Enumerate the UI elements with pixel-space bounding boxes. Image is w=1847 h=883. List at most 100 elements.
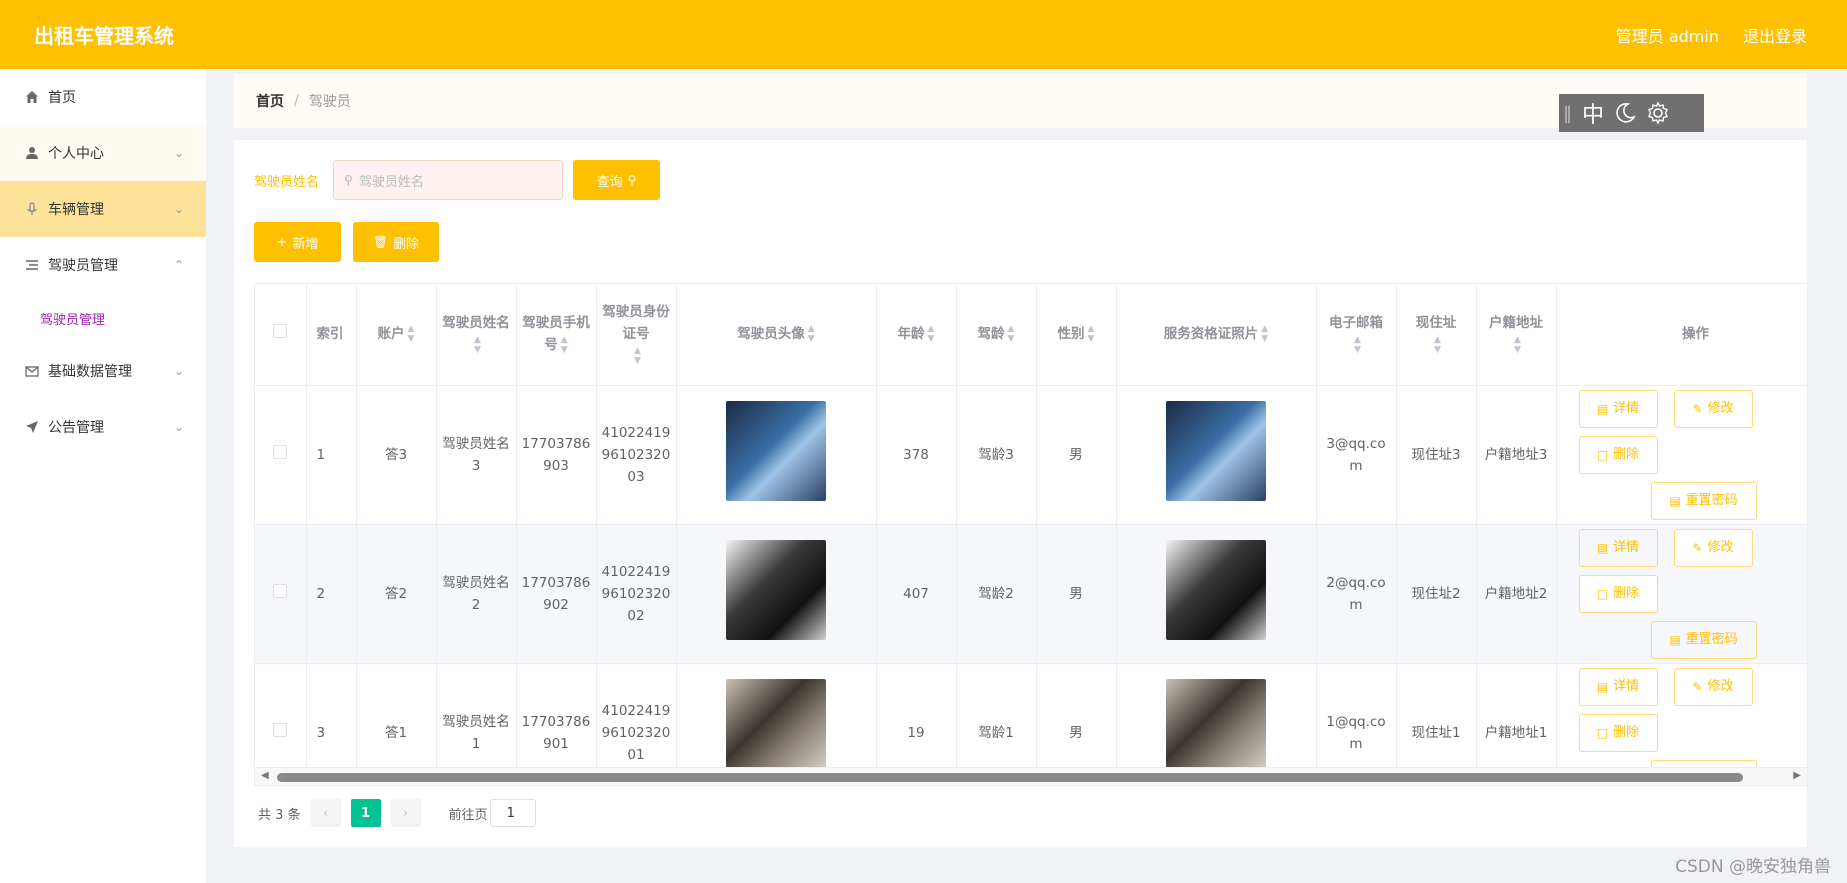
- page-number-current[interactable]: 1: [350, 799, 381, 827]
- sort-icon[interactable]: ▲ ▼: [1434, 335, 1441, 355]
- cell-idcard: 410224199610232002: [596, 524, 677, 664]
- edit-button[interactable]: ✎ 修改: [1673, 389, 1753, 428]
- header-actions: 管理员 admin 退出登录: [1616, 23, 1807, 47]
- row-checkbox[interactable]: [273, 444, 288, 459]
- current-user[interactable]: 管理员 admin: [1616, 23, 1719, 47]
- sidebar-item-drivers[interactable]: 驾驶员管理 ⌃: [0, 237, 206, 293]
- breadcrumb-current: 驾驶员: [308, 94, 351, 110]
- gear-icon[interactable]: [1646, 101, 1670, 125]
- next-page-button[interactable]: ›: [390, 799, 421, 827]
- col-address[interactable]: 现住址 ▲ ▼: [1396, 284, 1477, 386]
- row-checkbox[interactable]: [273, 583, 288, 598]
- breadcrumb-home[interactable]: 首页: [256, 91, 284, 111]
- sort-icon[interactable]: ▲ ▼: [474, 335, 481, 355]
- sidebar-item-vehicles[interactable]: 车辆管理 ⌄: [0, 181, 206, 237]
- language-toggle[interactable]: 中: [1582, 97, 1604, 129]
- sidebar-item-label: 公告管理: [48, 420, 104, 436]
- detail-button-label: 详情: [1613, 539, 1640, 555]
- cell-idcard: 410224199610232003: [596, 385, 677, 525]
- col-idcard[interactable]: 驾驶员身份证号 ▲ ▼: [596, 284, 677, 386]
- select-all-checkbox[interactable]: [273, 324, 288, 339]
- user-icon: [24, 145, 40, 161]
- reset-password-button[interactable]: ▤ 重置密码: [1650, 481, 1757, 520]
- logout-link[interactable]: 退出登录: [1743, 23, 1807, 47]
- driver-avatar-image[interactable]: [726, 540, 826, 640]
- cell-gender: 男: [1036, 385, 1117, 525]
- prev-page-button[interactable]: ‹: [310, 799, 341, 827]
- sort-icon[interactable]: ▲ ▼: [1261, 324, 1268, 344]
- detail-button[interactable]: ▤ 详情: [1578, 389, 1658, 428]
- col-hukou[interactable]: 户籍地址 ▲ ▼: [1476, 284, 1557, 386]
- cell-driving-age: 驾龄3: [956, 385, 1037, 525]
- driver-avatar-image[interactable]: [726, 679, 826, 779]
- scrollbar-thumb[interactable]: [277, 773, 1743, 782]
- edit-button[interactable]: ✎ 修改: [1673, 528, 1753, 567]
- submenu-item-driver-management[interactable]: 驾驶员管理: [0, 293, 206, 343]
- sidebar-item-announcements[interactable]: 公告管理 ⌄: [0, 399, 206, 455]
- trash-icon: □: [1596, 586, 1609, 601]
- col-label: 驾驶员手机号: [522, 315, 590, 354]
- sort-icon[interactable]: ▲ ▼: [561, 335, 568, 355]
- sort-icon[interactable]: ▲ ▼: [1008, 324, 1015, 344]
- sort-icon[interactable]: ▲ ▼: [408, 324, 415, 344]
- top-header: 出租车管理系统 管理员 admin 退出登录: [0, 0, 1847, 69]
- sort-icon[interactable]: ▲ ▼: [1354, 335, 1361, 355]
- sort-icon[interactable]: ▲ ▼: [634, 346, 641, 366]
- horizontal-scrollbar[interactable]: ◀ ▶: [255, 767, 1807, 785]
- col-gender[interactable]: 性别 ▲ ▼: [1036, 284, 1117, 386]
- sidebar-item-home[interactable]: 首页: [0, 69, 206, 125]
- query-button[interactable]: 查询 ⚲: [573, 160, 661, 200]
- goto-page-input[interactable]: 1: [489, 799, 536, 827]
- cert-photo-image[interactable]: [1166, 540, 1266, 640]
- detail-button[interactable]: ▤ 详情: [1578, 667, 1658, 706]
- col-age[interactable]: 年龄 ▲ ▼: [876, 284, 957, 386]
- detail-button[interactable]: ▤ 详情: [1578, 528, 1658, 567]
- col-account[interactable]: 账户 ▲ ▼: [356, 284, 437, 386]
- search-icon: ⚲: [344, 173, 353, 187]
- document-icon: ▤: [1596, 679, 1609, 694]
- search-label: 驾驶员姓名: [254, 174, 320, 190]
- sort-icon[interactable]: ▲ ▼: [1514, 335, 1521, 355]
- sidebar-item-label: 驾驶员管理: [48, 258, 118, 274]
- table-row: 2 答2 驾驶员姓名2 17703786902 4102241996102320…: [255, 524, 1807, 664]
- scroll-right-icon[interactable]: ▶: [1793, 770, 1801, 781]
- row-delete-button[interactable]: □ 删除: [1578, 713, 1658, 752]
- col-label: 年龄: [897, 326, 925, 343]
- col-cert-photo[interactable]: 服务资格证照片 ▲ ▼: [1116, 284, 1317, 386]
- cert-photo-image[interactable]: [1166, 401, 1266, 501]
- sidebar-item-profile[interactable]: 个人中心 ⌄: [0, 125, 206, 181]
- add-button-label: 新增: [292, 236, 319, 252]
- table-row: 1 答3 驾驶员姓名3 17703786903 4102241996102320…: [255, 385, 1807, 525]
- cell-name: 驾驶员姓名3: [436, 385, 517, 525]
- row-delete-button[interactable]: □ 删除: [1578, 574, 1658, 613]
- app-title: 出租车管理系统: [34, 24, 174, 48]
- col-avatar[interactable]: 驾驶员头像 ▲ ▼: [676, 284, 877, 386]
- sort-icon[interactable]: ▲ ▼: [1088, 324, 1095, 344]
- col-email[interactable]: 电子邮箱 ▲ ▼: [1316, 284, 1397, 386]
- scroll-left-icon[interactable]: ◀: [261, 770, 269, 781]
- sidebar: 首页 个人中心 ⌄ 车辆管理 ⌄ 驾驶员管理 ⌃ 驾驶员管理 基础数据管理 ⌄ …: [0, 69, 206, 883]
- row-delete-button-label: 删除: [1613, 585, 1640, 601]
- sort-icon[interactable]: ▲ ▼: [808, 324, 815, 344]
- delete-button[interactable]: 🗑 删除: [353, 222, 439, 262]
- cell-phone: 17703786903: [516, 385, 597, 525]
- col-name[interactable]: 驾驶员姓名 ▲ ▼: [436, 284, 517, 386]
- document-icon: ▤: [1596, 401, 1609, 416]
- cell-hukou: 户籍地址2: [1476, 524, 1557, 664]
- search-input[interactable]: ⚲ 驾驶员姓名: [333, 160, 564, 200]
- cert-photo-image[interactable]: [1166, 679, 1266, 779]
- edit-button[interactable]: ✎ 修改: [1673, 667, 1753, 706]
- sidebar-item-basic-data[interactable]: 基础数据管理 ⌄: [0, 343, 206, 399]
- moon-icon[interactable]: [1614, 102, 1636, 124]
- search-icon: ⚲: [627, 173, 637, 187]
- col-phone[interactable]: 驾驶员手机号 ▲ ▼: [516, 284, 597, 386]
- col-driving-age[interactable]: 驾龄 ▲ ▼: [956, 284, 1037, 386]
- sort-icon[interactable]: ▲ ▼: [928, 324, 935, 344]
- reset-password-button[interactable]: ▤ 重置密码: [1650, 620, 1757, 659]
- row-delete-button[interactable]: □ 删除: [1578, 435, 1658, 474]
- add-button[interactable]: + 新增: [254, 222, 341, 262]
- row-checkbox[interactable]: [273, 722, 288, 737]
- detail-button-label: 详情: [1613, 400, 1640, 416]
- driver-avatar-image[interactable]: [726, 401, 826, 501]
- drag-handle-icon[interactable]: ‖: [1563, 103, 1572, 124]
